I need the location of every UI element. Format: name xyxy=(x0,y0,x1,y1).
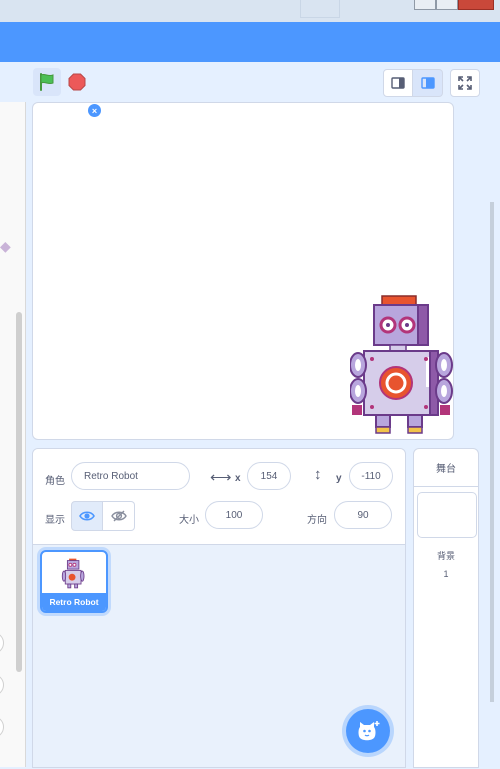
background-window-edge xyxy=(300,0,340,18)
sprite-name-field[interactable]: Retro Robot xyxy=(71,462,190,490)
x-position-field[interactable]: 154 xyxy=(247,462,291,490)
small-stage-button[interactable] xyxy=(383,69,413,97)
code-area-scrollbar[interactable] xyxy=(16,312,22,672)
stage-size-toggle xyxy=(383,69,443,97)
right-window-edge xyxy=(485,102,500,769)
eye-slash-icon xyxy=(110,510,127,522)
fullscreen-icon xyxy=(458,76,472,90)
block-fragment: ◆ xyxy=(0,238,11,254)
hide-sprite-button[interactable] xyxy=(103,501,135,531)
cat-plus-icon xyxy=(358,721,380,741)
fullscreen-group xyxy=(450,69,480,97)
zoom-reset-button[interactable] xyxy=(0,716,4,738)
sprite-label: 角色 xyxy=(45,476,65,487)
retro-robot-thumbnail xyxy=(61,558,85,589)
stop-icon xyxy=(68,73,86,91)
zoom-in-button[interactable] xyxy=(0,632,4,654)
sprite-tile[interactable]: Retro Robot xyxy=(40,550,108,613)
delete-sprite-button[interactable]: × xyxy=(88,104,101,117)
eye-icon xyxy=(79,511,95,521)
size-field[interactable]: 100 xyxy=(205,501,263,529)
x-position-icon: ⟷ xyxy=(210,469,232,486)
x-label: x xyxy=(235,473,241,484)
backdrop-thumbnail[interactable] xyxy=(417,492,477,538)
green-flag-icon xyxy=(40,73,54,91)
right-scrollbar[interactable] xyxy=(490,202,494,702)
maximize-button[interactable] xyxy=(436,0,458,10)
size-label: 大小 xyxy=(179,515,199,526)
sprite-tile-name: Retro Robot xyxy=(42,593,106,611)
code-area-edge: ◆ xyxy=(0,102,26,767)
stage-pane-title: 舞台 xyxy=(414,449,478,487)
fullscreen-button[interactable] xyxy=(450,69,480,97)
close-icon: × xyxy=(91,105,98,116)
stop-button[interactable] xyxy=(67,72,87,92)
show-sprite-button[interactable] xyxy=(71,501,103,531)
close-window-button[interactable] xyxy=(458,0,494,10)
backdrops-label: 背景 xyxy=(436,551,455,561)
backdrops-count: 1 xyxy=(443,569,449,579)
green-flag-button[interactable] xyxy=(33,68,61,96)
y-position-field[interactable]: -110 xyxy=(349,462,393,490)
direction-label: 方向 xyxy=(307,515,327,526)
show-label: 显示 xyxy=(45,515,65,526)
visibility-toggle xyxy=(71,501,135,531)
direction-field[interactable]: 90 xyxy=(334,501,392,529)
retro-robot-sprite[interactable] xyxy=(350,293,454,440)
sprite-info-panel: 角色 Retro Robot ⟷ x 154 ↕ y -110 显示 大小 10… xyxy=(33,449,405,545)
os-title-strip xyxy=(0,0,500,22)
y-label: y xyxy=(336,473,342,484)
large-stage-icon xyxy=(420,77,435,89)
menu-bar xyxy=(0,22,500,62)
small-stage-icon xyxy=(391,77,405,89)
zoom-out-button[interactable] xyxy=(0,674,4,696)
large-stage-button[interactable] xyxy=(413,69,443,97)
y-position-icon: ↕ xyxy=(314,466,322,483)
window-controls xyxy=(414,0,494,10)
stage-target-pane[interactable]: 舞台 背景 1 xyxy=(413,448,479,768)
minimize-button[interactable] xyxy=(414,0,436,10)
choose-sprite-button[interactable] xyxy=(346,709,390,753)
stage-canvas[interactable] xyxy=(32,102,454,440)
